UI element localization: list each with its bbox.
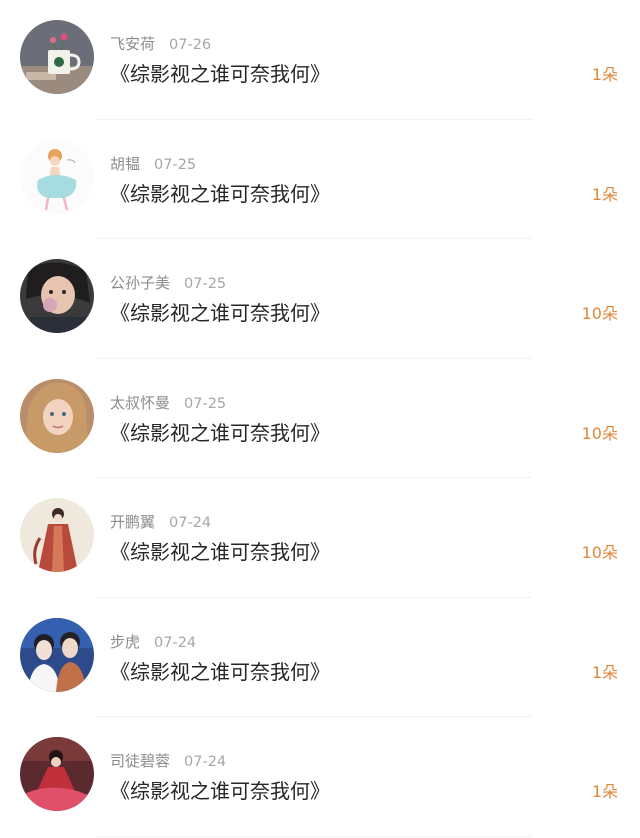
item-title[interactable]: 《综影视之谁可奈我何》 [110,58,330,87]
flower-count: 10朵 [581,543,618,562]
user-name[interactable]: 太叔怀曼 [110,394,170,412]
avatar-blonde-girl-icon[interactable] [20,378,94,453]
list-item[interactable]: 步虎 07-24 《综影视之谁可奈我何》 1朵 [0,598,640,717]
item-date: 07-25 [154,156,197,173]
item-meta: 公孙子美 07-25 [110,272,226,293]
list-item[interactable]: 太叔怀曼 07-25 《综影视之谁可奈我何》 10朵 [0,359,640,478]
list-item[interactable]: 飞安荷 07-26 《综影视之谁可奈我何》 1朵 [0,0,640,120]
list-item[interactable]: 司徒碧蓉 07-24 《综影视之谁可奈我何》 1朵 [0,717,640,837]
avatar-coffee-cup-icon[interactable] [20,20,94,94]
user-name[interactable]: 司徒碧蓉 [110,752,170,770]
user-name[interactable]: 公孙子美 [110,274,170,292]
avatar-two-people-icon[interactable] [20,617,94,692]
item-meta: 步虎 07-24 [110,631,196,652]
item-date: 07-26 [169,37,212,53]
user-name[interactable]: 胡韫 [110,155,140,173]
item-date: 07-25 [184,276,227,292]
item-date: 07-25 [184,395,227,412]
divider [96,835,532,837]
item-title[interactable]: 《综影视之谁可奈我何》 [110,775,330,804]
flower-count: 1朵 [591,782,618,801]
gift-record-list: 飞安荷 07-26 《综影视之谁可奈我何》 1朵 胡韫 07-25 《综影视之谁可奈… [0,0,640,838]
avatar-child-photo-icon[interactable] [20,259,94,333]
list-item[interactable]: 公孙子美 07-25 《综影视之谁可奈我何》 10朵 [0,239,640,359]
flower-count: 10朵 [581,423,618,443]
flower-count: 1朵 [591,662,618,682]
item-date: 07-24 [169,515,212,531]
avatar-ancient-painting-icon[interactable] [20,498,94,572]
avatar-cartoon-girl-icon[interactable] [20,139,94,214]
item-date: 07-24 [184,754,227,770]
item-title[interactable]: 《综影视之谁可奈我何》 [110,178,330,207]
user-name[interactable]: 开鹏翼 [110,513,155,531]
item-date: 07-24 [154,634,197,651]
item-title[interactable]: 《综影视之谁可奈我何》 [110,656,330,685]
item-title[interactable]: 《综影视之谁可奈我何》 [110,297,330,326]
item-title[interactable]: 《综影视之谁可奈我何》 [110,417,330,446]
item-meta: 开鹏翼 07-24 [110,511,211,532]
list-item[interactable]: 开鹏翼 07-24 《综影视之谁可奈我何》 10朵 [0,478,640,598]
flower-count: 10朵 [581,304,618,323]
item-meta: 司徒碧蓉 07-24 [110,750,226,771]
flower-count: 1朵 [591,65,618,84]
item-meta: 飞安荷 07-26 [110,33,211,54]
user-name[interactable]: 步虎 [110,633,140,651]
flower-count: 1朵 [591,184,618,204]
item-meta: 太叔怀曼 07-25 [110,392,226,413]
avatar-red-dress-icon[interactable] [20,737,94,811]
list-item[interactable]: 胡韫 07-25 《综影视之谁可奈我何》 1朵 [0,120,640,239]
item-title[interactable]: 《综影视之谁可奈我何》 [110,536,330,565]
user-name[interactable]: 飞安荷 [110,35,155,53]
item-meta: 胡韫 07-25 [110,153,196,174]
